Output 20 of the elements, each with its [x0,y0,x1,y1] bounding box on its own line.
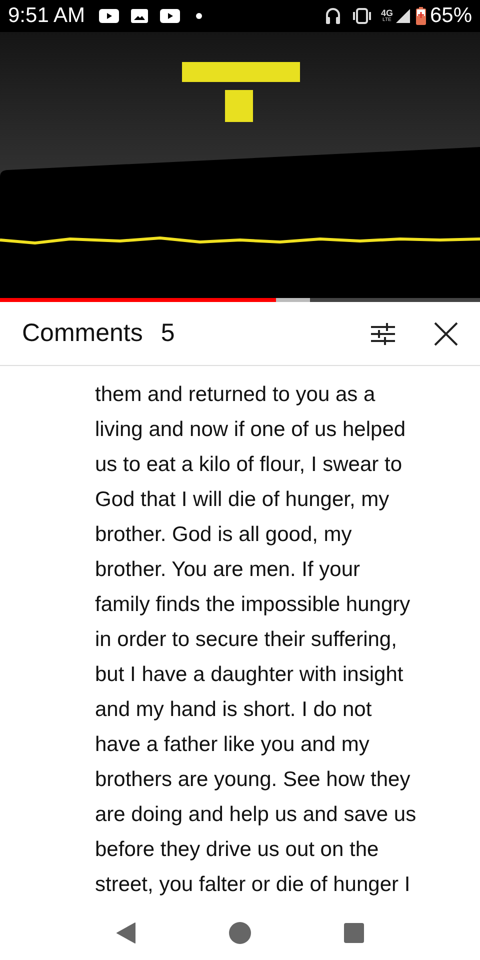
home-icon[interactable] [228,922,251,944]
comments-title: Comments [22,318,143,349]
comment-count: 5 [160,318,175,349]
recents-icon[interactable] [344,923,364,943]
battery-icon [416,7,426,25]
back-icon[interactable] [116,922,136,944]
clock-time: 9:51 AM [8,3,86,30]
play-icon [160,9,180,23]
comment-text: them and returned to you as a living and now if one of us helped us to eat a kilo of flour, I swear to God that I will die of hunger, my brother. God is all good, my brother. You are men. If your family finds the impossible hungry in order to secure their suffering, but I have a daughter with insight and my hand is short. I do not have a father like you and my brothers are young. See how they are doing and help us and save us before they drive us out on the street, you falter or die of hunger I [95,382,418,898]
vibrate-icon [350,8,373,24]
settings-icon[interactable] [370,322,396,346]
image-icon [131,9,148,23]
progress-track[interactable] [0,298,480,302]
network-type: 4G [380,9,393,18]
dot-icon [196,13,202,19]
headphones-icon [324,7,341,25]
close-icon[interactable] [434,322,458,346]
battery-percent: 65% [430,3,472,30]
play-icon [99,9,120,23]
signal-icon [396,9,410,23]
